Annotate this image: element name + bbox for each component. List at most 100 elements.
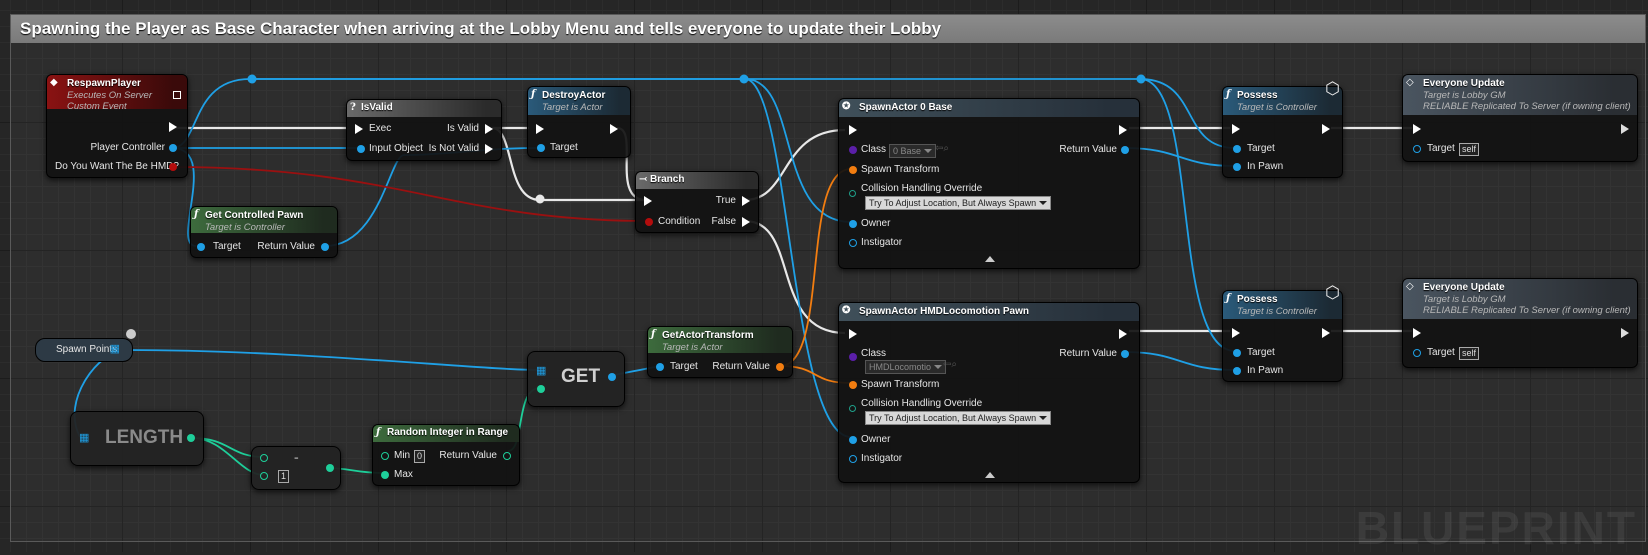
everyone-update-node-1[interactable]: ◇ Everyone Update Target is Lobby GM REL… [1402,74,1638,162]
spawn-actor-base-node[interactable]: ✪ SpawnActor 0 Base Class 0 Base ⇦⌕ Retu… [838,98,1140,269]
get-actor-transform-node[interactable]: ƒ GetActorTransform Target is Actor Targ… [647,326,793,378]
target-pin[interactable] [537,144,545,152]
random-integer-node[interactable]: ƒ Random Integer in Range Min 0 Return V… [372,424,520,486]
exec-in-pin[interactable] [1232,124,1240,134]
target-self-field[interactable]: self [1459,143,1480,156]
player-controller-pin[interactable] [169,144,177,152]
true-exec-pin[interactable] [742,196,750,206]
node-header[interactable]: ◇ Everyone Update Target is Lobby GM REL… [1403,75,1637,115]
owner-pin[interactable] [849,436,857,444]
collapse-arrow-icon[interactable] [985,256,995,262]
delegate-pin-icon[interactable] [173,91,181,99]
exec-out-pin[interactable] [1322,328,1330,338]
class-dropdown[interactable]: HMDLocomotio [865,360,947,374]
subtract-node[interactable]: 1 - [251,446,341,490]
collision-dropdown[interactable]: Try To Adjust Location, But Always Spawn [865,196,1052,210]
node-header[interactable]: ◇ Everyone Update Target is Lobby GM REL… [1403,279,1637,319]
possess-node-2[interactable]: ƒ Possess Target is Controller ⬡ Target … [1222,283,1343,382]
comment-bubble-icon[interactable] [126,329,136,339]
target-pin[interactable] [197,243,205,251]
spawn-points-variable-node[interactable]: Spawn Points ▦ [35,329,136,362]
exec-in-pin[interactable] [1232,328,1240,338]
exec-out-pin[interactable] [1119,329,1127,339]
respawn-player-node[interactable]: ◆ RespawnPlayer Executes On Server Custo… [46,74,188,178]
node-header[interactable]: ƒ DestroyActor Target is Actor [528,87,630,115]
index-pin[interactable] [537,385,545,393]
hmd-bool-pin[interactable] [169,163,177,171]
is-valid-exec-pin[interactable] [485,124,493,134]
comment-title[interactable]: Spawning the Player as Base Character wh… [11,15,1645,43]
exec-in-pin[interactable] [1413,328,1421,338]
is-valid-node[interactable]: ? IsValid Exec Is Valid Input Object Is … [346,99,502,161]
target-pin[interactable] [1233,145,1241,153]
browse-icon[interactable]: ⇦⌕ [943,359,957,370]
is-not-valid-exec-pin[interactable] [485,144,493,154]
instigator-pin[interactable] [849,239,857,247]
class-dropdown[interactable]: 0 Base [889,144,937,158]
array-pin-icon[interactable]: ▦ [110,342,120,355]
node-header[interactable]: ✪ SpawnActor 0 Base [839,99,1139,117]
node-header[interactable]: ? IsValid [347,100,501,117]
collapse-arrow-icon[interactable] [985,472,995,478]
exec-out-pin[interactable] [610,124,618,134]
owner-pin[interactable] [849,220,857,228]
class-pin[interactable] [849,146,857,154]
node-header[interactable]: ƒ GetActorTransform Target is Actor [648,327,792,353]
respawn-player-header[interactable]: ◆ RespawnPlayer Executes On Server Custo… [47,75,187,112]
condition-pin[interactable] [645,218,653,226]
instigator-pin[interactable] [849,455,857,463]
a-pin[interactable] [260,454,268,462]
destroy-actor-node[interactable]: ƒ DestroyActor Target is Actor Target [527,86,631,158]
exec-out-pin[interactable] [169,122,177,132]
target-pin[interactable] [656,363,664,371]
collision-pin[interactable] [849,405,856,412]
false-exec-pin[interactable] [742,217,750,227]
return-value-pin[interactable] [1121,350,1129,358]
min-value-field[interactable]: 0 [414,450,426,463]
int-out-pin[interactable] [326,464,334,472]
b-pin[interactable] [260,472,268,480]
max-pin[interactable] [381,471,389,479]
node-header[interactable]: ƒ Possess Target is Controller ⬡ [1223,283,1342,319]
get-node[interactable]: GET ▦ [527,351,625,407]
exec-out-pin[interactable] [1119,125,1127,135]
item-out-pin[interactable] [608,373,616,381]
node-header[interactable]: ⤙ Branch [636,172,758,189]
b-value-field[interactable]: 1 [278,470,290,483]
array-pin-icon[interactable]: ▦ [79,431,89,444]
exec-in-pin[interactable] [849,329,857,339]
target-pin[interactable] [1413,145,1421,153]
spawn-transform-pin[interactable] [849,381,857,389]
exec-in-pin[interactable] [849,125,857,135]
exec-in-pin[interactable] [1413,124,1421,134]
min-pin[interactable] [381,452,389,460]
class-pin[interactable] [849,353,857,361]
node-header[interactable]: ƒ Random Integer in Range [373,425,519,442]
in-pawn-pin[interactable] [1233,163,1241,171]
target-pin[interactable] [1413,349,1421,357]
exec-out-pin[interactable] [1621,124,1629,134]
return-value-pin[interactable] [503,452,511,460]
input-object-pin[interactable] [357,145,365,153]
length-node[interactable]: LENGTH ▦ [70,411,204,466]
array-pin-icon[interactable]: ▦ [536,364,546,377]
get-controlled-pawn-node[interactable]: ƒ Get Controlled Pawn Target is Controll… [190,206,338,258]
target-self-field[interactable]: self [1459,347,1480,360]
branch-node[interactable]: ⤙ Branch True Condition False [635,171,759,233]
spawn-actor-hmd-node[interactable]: ✪ SpawnActor HMDLocomotion Pawn Class HM… [838,302,1140,483]
return-value-pin[interactable] [1121,146,1129,154]
node-header[interactable]: ƒ Get Controlled Pawn Target is Controll… [191,207,337,233]
exec-in-pin[interactable] [644,196,652,206]
return-value-pin[interactable] [776,363,784,371]
possess-node-1[interactable]: ƒ Possess Target is Controller ⬡ Target … [1222,79,1343,178]
exec-in-pin[interactable] [355,124,363,134]
everyone-update-node-2[interactable]: ◇ Everyone Update Target is Lobby GM REL… [1402,278,1638,368]
exec-in-pin[interactable] [536,124,544,134]
node-header[interactable]: ✪ SpawnActor HMDLocomotion Pawn [839,303,1139,321]
target-pin[interactable] [1233,349,1241,357]
collision-pin[interactable] [849,190,856,197]
browse-icon[interactable]: ⇦⌕ [935,143,949,154]
return-value-pin[interactable] [321,243,329,251]
exec-out-pin[interactable] [1322,124,1330,134]
collision-dropdown[interactable]: Try To Adjust Location, But Always Spawn [865,411,1052,425]
